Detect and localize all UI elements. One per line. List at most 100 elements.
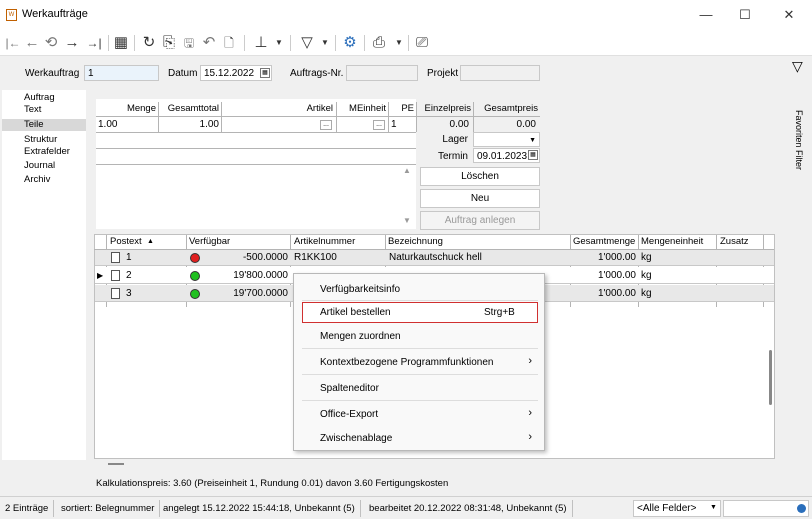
- previous-record-icon[interactable]: ←: [24, 34, 40, 52]
- projekt-label: Projekt: [427, 68, 459, 79]
- nav-item-teile[interactable]: Teile: [2, 119, 86, 131]
- menu-item-artikel-bestellen[interactable]: Artikel bestellen: [320, 307, 391, 318]
- undo-icon[interactable]: ↶: [200, 34, 218, 52]
- auftrag-anlegen-button[interactable]: Auftrag anlegen: [420, 211, 540, 230]
- filter-icon[interactable]: ▽: [298, 34, 316, 52]
- status-edited: bearbeitet 20.12.2022 08:31:48, Unbekann…: [364, 500, 573, 517]
- document-icon: [111, 270, 120, 281]
- menu-item-kontextbezogene-programmfunktionen[interactable]: Kontextbezogene Programmfunktionen: [320, 357, 493, 368]
- grid-col-gesamtmenge[interactable]: Gesamtmenge: [573, 235, 635, 249]
- col-gesamtpreis: Gesamtpreis: [484, 103, 538, 114]
- form-line: [96, 148, 416, 149]
- grid-col-verfuegbar[interactable]: Verfügbar: [189, 235, 230, 249]
- chevron-down-icon: ▼: [710, 504, 717, 511]
- favorites-filter-icon[interactable]: ▽: [792, 58, 803, 75]
- nav-item-extrafelder[interactable]: Extrafelder: [2, 146, 86, 158]
- menge-value[interactable]: 1.00: [98, 117, 117, 132]
- toolbar: |← ← ⟲ → →| ▦ ↻ ⎘ 🖫 ↶ 🗋 ⊥ ▼ ▽ ▼ ⚙ ⎙ ▼ ⎚: [0, 30, 812, 56]
- refresh-icon[interactable]: ↻: [140, 34, 158, 52]
- col-gesamttotal: Gesamttotal: [167, 103, 219, 114]
- neu-button[interactable]: Neu: [420, 189, 540, 208]
- gesamtpreis-value[interactable]: 0.00: [475, 117, 536, 132]
- first-record-icon[interactable]: |←: [4, 34, 22, 52]
- field-filter-select[interactable]: <Alle Felder>: [633, 500, 721, 517]
- row-einheit: kg: [641, 252, 652, 263]
- document-icon: [111, 252, 120, 263]
- grid-col-bezeichnung[interactable]: Bezeichnung: [388, 235, 443, 249]
- grid-col-mengeneinheit[interactable]: Mengeneinheit: [641, 235, 703, 249]
- form-line: [96, 164, 416, 165]
- submenu-arrow-icon: ›: [528, 407, 532, 419]
- toolbar-separator: [290, 35, 291, 51]
- section-nav: Auftrag Text Teile Struktur Extrafelder …: [2, 90, 86, 460]
- filter-dropdown-icon[interactable]: ▼: [320, 34, 330, 52]
- nav-item-struktur[interactable]: Struktur: [2, 134, 86, 146]
- pe-value[interactable]: 1: [391, 117, 397, 132]
- nav-item-auftrag[interactable]: Auftrag: [2, 92, 86, 104]
- row-verfuegbar: 19'800.0000: [233, 270, 288, 281]
- scroll-up-icon[interactable]: ▲: [403, 166, 411, 175]
- grid-col-zusatz[interactable]: Zusatz: [720, 235, 749, 249]
- nav-item-text[interactable]: Text: [2, 104, 86, 116]
- maximize-button[interactable]: ☐: [722, 0, 768, 30]
- loeschen-button[interactable]: Löschen: [420, 167, 540, 186]
- menu-item-zwischenablage[interactable]: Zwischenablage: [320, 433, 392, 444]
- next-record-icon[interactable]: →: [64, 34, 80, 52]
- calendar-icon[interactable]: ▦: [260, 68, 270, 78]
- nav-item-archiv[interactable]: Archiv: [2, 174, 86, 186]
- favorites-filter-tab[interactable]: Favoriten Filter: [786, 110, 812, 170]
- menu-item-spalteneditor[interactable]: Spalteneditor: [320, 383, 379, 394]
- close-button[interactable]: ✕: [766, 0, 812, 30]
- window-title: Werkaufträge: [22, 8, 88, 20]
- lager-select[interactable]: ▼: [473, 132, 540, 147]
- auftragsnr-field[interactable]: [346, 65, 418, 81]
- col-pe: PE: [401, 103, 414, 114]
- save-icon[interactable]: 🖫: [180, 34, 198, 52]
- last-record-icon[interactable]: →|: [84, 34, 104, 52]
- row-bezeichnung: Naturkautschuck hell: [389, 252, 482, 263]
- form-line: [96, 132, 416, 133]
- calendar-icon[interactable]: ▦: [528, 150, 538, 160]
- werkauftrag-field[interactable]: 1: [84, 65, 159, 81]
- menu-item-verfuegbarkeitsinfo[interactable]: Verfügbarkeitsinfo: [320, 284, 400, 295]
- toolbar-separator: [244, 35, 245, 51]
- print-dropdown-icon[interactable]: ▼: [394, 34, 404, 52]
- grid-col-artikelnummer[interactable]: Artikelnummer: [294, 235, 355, 249]
- delete-record-icon[interactable]: 🗋: [220, 34, 238, 52]
- history-icon[interactable]: ⟲: [43, 34, 59, 52]
- gesamttotal-value[interactable]: 1.00: [160, 117, 219, 132]
- print-icon[interactable]: ⎙: [370, 34, 388, 52]
- row-postext: 1: [126, 252, 132, 263]
- meinheit-lookup-button[interactable]: ...: [373, 120, 385, 130]
- toolbar-separator: [408, 35, 409, 51]
- search-icon[interactable]: [797, 504, 806, 513]
- row-einheit: kg: [641, 270, 652, 281]
- toolbar-separator: [364, 35, 365, 51]
- new-record-icon[interactable]: ⎘: [160, 34, 178, 52]
- grid-col-postext[interactable]: Postext: [110, 235, 142, 249]
- row-gesamtmenge: 1'000.00: [597, 288, 636, 299]
- pin-dropdown-icon[interactable]: ▼: [274, 34, 284, 52]
- auftragsnr-label: Auftrags-Nr.: [290, 68, 344, 79]
- export-icon[interactable]: ⎚: [413, 34, 431, 52]
- chevron-down-icon: ▼: [529, 137, 536, 144]
- einzelpreis-value[interactable]: 0.00: [418, 117, 469, 132]
- artikel-lookup-button[interactable]: ...: [320, 120, 332, 130]
- menu-separator: [302, 374, 538, 375]
- table-view-icon[interactable]: ▦: [112, 34, 130, 52]
- nav-item-journal[interactable]: Journal: [2, 160, 86, 172]
- row-artikelnummer: R1KK100: [294, 252, 337, 263]
- col-meinheit: MEinheit: [349, 103, 386, 114]
- settings-icon[interactable]: ⚙: [341, 34, 359, 52]
- menu-item-mengen-zuordnen[interactable]: Mengen zuordnen: [320, 331, 401, 342]
- projekt-field[interactable]: [460, 65, 540, 81]
- toolbar-separator: [108, 35, 109, 51]
- pin-icon[interactable]: ⊥: [252, 34, 270, 52]
- row-einheit: kg: [641, 288, 652, 299]
- grid-vertical-scrollbar[interactable]: [769, 350, 772, 405]
- grid-horizontal-scrollbar[interactable]: [108, 463, 124, 465]
- status-bar: 2 Einträge sortiert: Belegnummer angeleg…: [0, 496, 812, 519]
- scroll-down-icon[interactable]: ▼: [403, 216, 411, 225]
- menu-item-office-export[interactable]: Office-Export: [320, 409, 378, 420]
- availability-status-icon: [190, 271, 200, 281]
